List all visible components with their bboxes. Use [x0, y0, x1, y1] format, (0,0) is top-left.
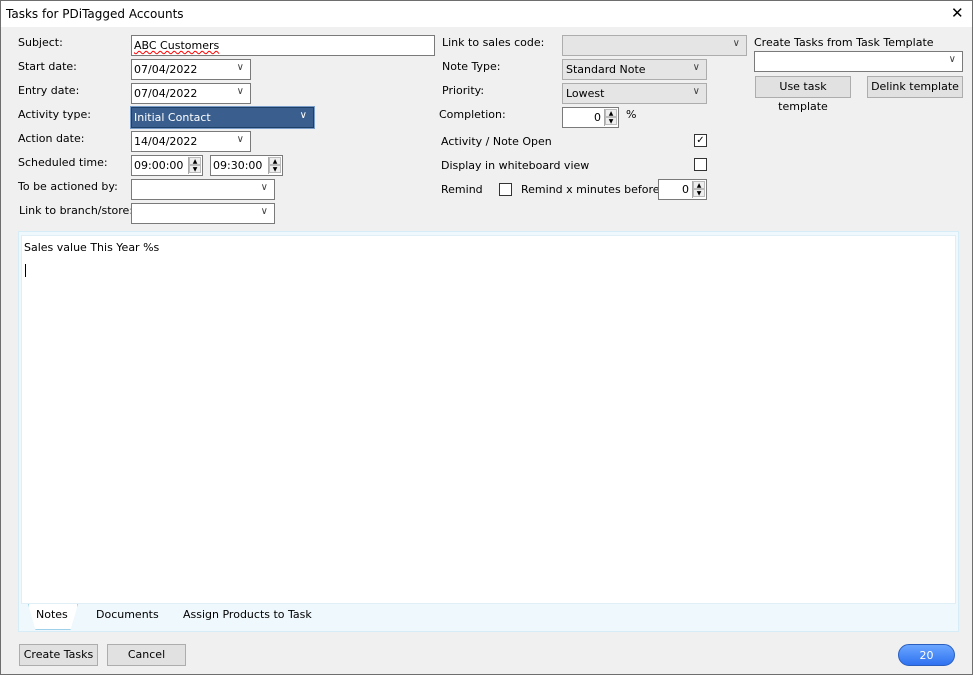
start-date-value: 07/04/2022: [134, 63, 198, 76]
actioned-by-label: To be actioned by:: [18, 180, 118, 193]
template-select[interactable]: ∨: [754, 51, 963, 72]
priority-label: Priority:: [442, 84, 485, 97]
notes-editor[interactable]: Sales value This Year %s: [21, 235, 956, 604]
actioned-by-select[interactable]: ∨: [131, 179, 275, 200]
action-date-value: 14/04/2022: [134, 135, 198, 148]
percent-unit: %: [626, 108, 637, 121]
completion-value: 0: [594, 111, 601, 124]
subject-value: ABC Customers: [134, 39, 220, 52]
close-icon[interactable]: ✕: [951, 4, 964, 22]
chevron-down-icon[interactable]: ∨: [237, 134, 244, 145]
whiteboard-checkbox[interactable]: [694, 158, 707, 171]
scheduled-end-value: 09:30:00: [213, 159, 263, 172]
entry-date-picker[interactable]: 07/04/2022 ∨: [131, 83, 251, 104]
chevron-down-icon[interactable]: ∨: [693, 86, 700, 97]
spin-down-icon[interactable]: ▼: [693, 189, 705, 197]
note-open-checkbox[interactable]: ✓: [694, 134, 707, 147]
entry-date-value: 07/04/2022: [134, 87, 198, 100]
spin-down-icon[interactable]: ▼: [269, 165, 281, 173]
sales-code-select[interactable]: ∨: [562, 35, 747, 56]
start-date-label: Start date:: [18, 60, 77, 73]
chevron-down-icon[interactable]: ∨: [237, 86, 244, 97]
create-tasks-button[interactable]: Create Tasks: [19, 644, 98, 666]
entry-date-label: Entry date:: [18, 84, 80, 97]
branch-label: Link to branch/store:: [19, 204, 134, 217]
remind-label: Remind: [441, 183, 483, 196]
chevron-down-icon[interactable]: ∨: [949, 54, 956, 65]
remind-minutes-input[interactable]: 0 ▲ ▼: [658, 179, 707, 200]
note-type-select[interactable]: Standard Note ∨: [562, 59, 707, 80]
remind-spinner[interactable]: ▲ ▼: [692, 181, 705, 198]
whiteboard-label: Display in whiteboard view: [441, 159, 590, 172]
remind-minutes-value: 0: [682, 183, 689, 196]
spin-up-icon[interactable]: ▲: [693, 181, 705, 189]
note-open-label: Activity / Note Open: [441, 135, 552, 148]
completion-input[interactable]: 0 ▲ ▼: [562, 107, 619, 128]
completion-label: Completion:: [439, 108, 506, 121]
activity-type-value: Initial Contact: [134, 111, 211, 124]
chevron-down-icon[interactable]: ∨: [261, 182, 268, 193]
branch-select[interactable]: ∨: [131, 203, 275, 224]
scheduled-time-label: Scheduled time:: [18, 156, 108, 169]
tab-documents[interactable]: Documents: [96, 608, 159, 621]
priority-select[interactable]: Lowest ∨: [562, 83, 707, 104]
activity-type-select[interactable]: Initial Contact ∨: [130, 106, 315, 129]
activity-type-label: Activity type:: [18, 108, 91, 121]
chevron-down-icon[interactable]: ∨: [237, 62, 244, 73]
time-spinner[interactable]: ▲ ▼: [188, 157, 201, 174]
delink-template-button[interactable]: Delink template: [867, 76, 963, 98]
tab-assign-products[interactable]: Assign Products to Task: [183, 608, 312, 621]
spin-up-icon[interactable]: ▲: [605, 109, 617, 117]
chevron-down-icon[interactable]: ∨: [261, 206, 268, 217]
sales-code-label: Link to sales code:: [442, 36, 545, 49]
chevron-down-icon[interactable]: ∨: [693, 62, 700, 73]
scheduled-end-time[interactable]: 09:30:00 ▲ ▼: [210, 155, 283, 176]
remind-checkbox[interactable]: [499, 183, 512, 196]
spin-up-icon[interactable]: ▲: [269, 157, 281, 165]
chevron-down-icon[interactable]: ∨: [300, 110, 307, 121]
note-type-value: Standard Note: [566, 63, 646, 76]
action-date-label: Action date:: [18, 132, 85, 145]
spin-down-icon[interactable]: ▼: [189, 165, 201, 173]
remind-minutes-label: Remind x minutes before: [521, 183, 660, 196]
count-badge[interactable]: 20: [898, 644, 955, 666]
notes-text: Sales value This Year %s: [24, 241, 160, 254]
window-title: Tasks for PDiTagged Accounts: [6, 7, 184, 21]
time-spinner[interactable]: ▲ ▼: [268, 157, 281, 174]
subject-label: Subject:: [18, 36, 63, 49]
start-date-picker[interactable]: 07/04/2022 ∨: [131, 59, 251, 80]
subject-input[interactable]: ABC Customers: [131, 35, 435, 56]
text-cursor: [25, 264, 26, 277]
action-date-picker[interactable]: 14/04/2022 ∨: [131, 131, 251, 152]
spin-down-icon[interactable]: ▼: [605, 117, 617, 125]
spin-up-icon[interactable]: ▲: [189, 157, 201, 165]
note-type-label: Note Type:: [442, 60, 501, 73]
priority-value: Lowest: [566, 87, 605, 100]
scheduled-start-time[interactable]: 09:00:00 ▲ ▼: [131, 155, 203, 176]
tab-notes[interactable]: Notes: [36, 608, 68, 621]
use-template-button[interactable]: Use task template: [755, 76, 851, 113]
cancel-button[interactable]: Cancel: [107, 644, 186, 666]
completion-spinner[interactable]: ▲ ▼: [604, 109, 617, 126]
chevron-down-icon[interactable]: ∨: [733, 38, 740, 49]
template-label: Create Tasks from Task Template: [754, 36, 934, 49]
scheduled-start-value: 09:00:00: [134, 159, 184, 172]
